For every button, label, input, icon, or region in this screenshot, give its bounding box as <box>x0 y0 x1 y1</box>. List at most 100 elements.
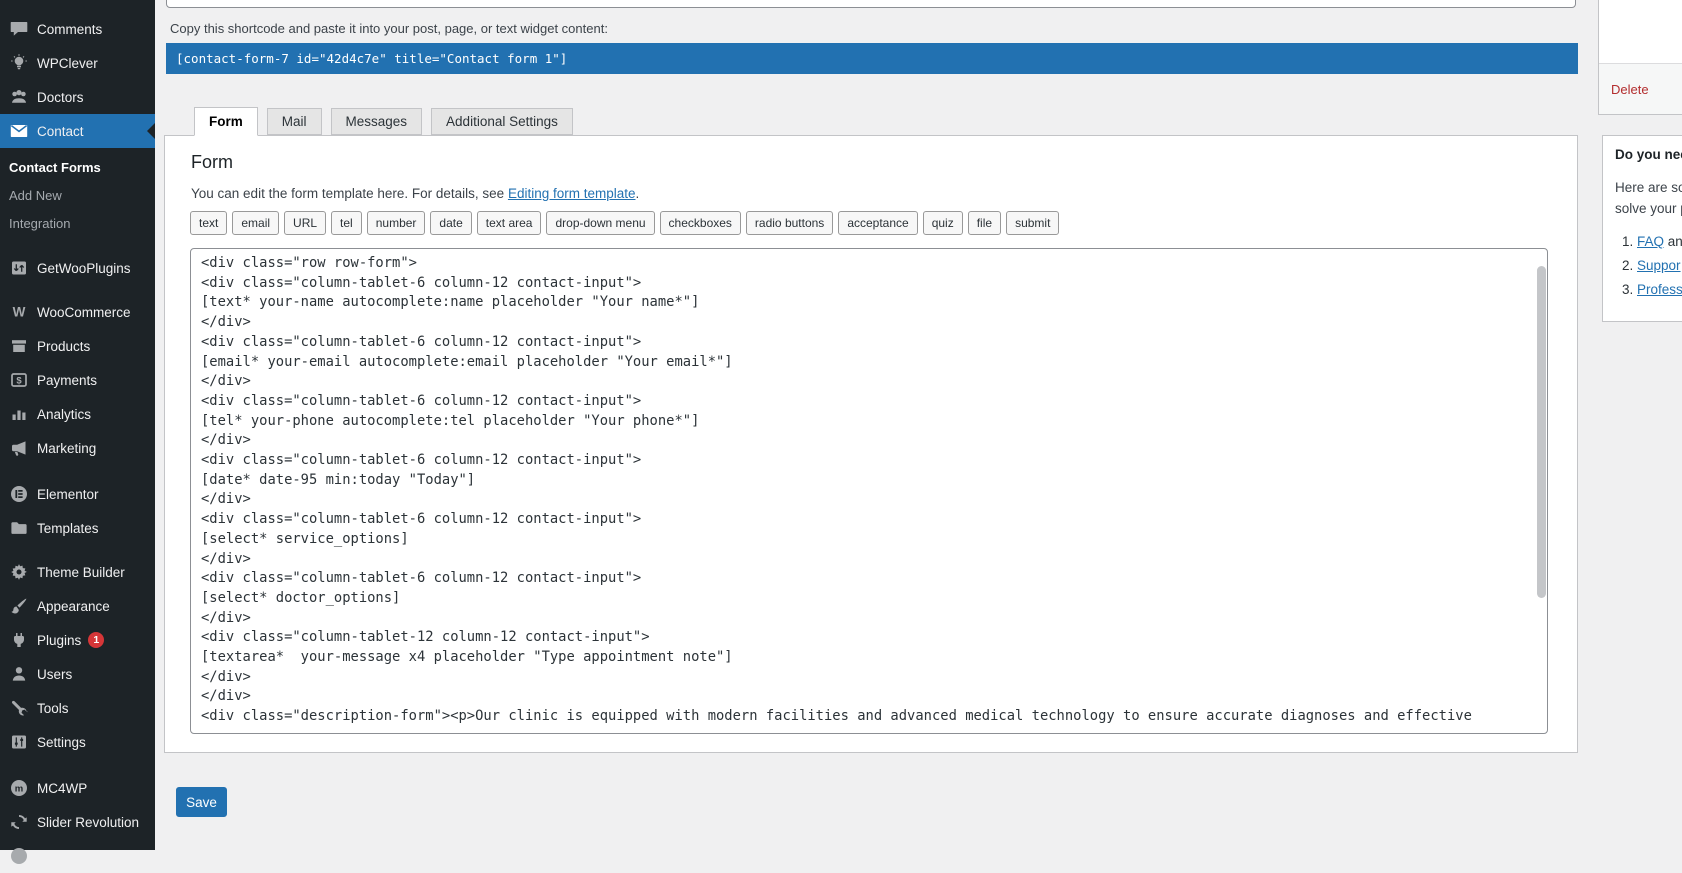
tab-mail[interactable]: Mail <box>267 108 322 135</box>
templates-icon <box>9 518 29 538</box>
panel-heading: Form <box>191 152 233 173</box>
admin-sidebar: Pages Comments WPCleverDoctors Contact Conta… <box>0 0 155 850</box>
sidebar-item-label: Payments <box>37 373 97 388</box>
help-paragraph-line: solve your p <box>1615 201 1682 216</box>
editor-tabs: Form Mail Messages Additional Settings <box>194 107 573 135</box>
sidebar-item-theme-builder[interactable]: Theme Builder <box>0 555 155 589</box>
tag-button-tel[interactable]: tel <box>331 211 362 235</box>
tag-button-email[interactable]: email <box>232 211 279 235</box>
sidebar-item-label: Appearance <box>37 599 110 614</box>
tag-button-url[interactable]: URL <box>284 211 326 235</box>
plugins-icon <box>9 630 29 650</box>
sidebar-item-label: Marketing <box>37 441 96 456</box>
status-metabox-footer: Delete <box>1599 63 1682 114</box>
sidebar-item-appearance[interactable]: Appearance <box>0 589 155 623</box>
tag-button-text-area[interactable]: text area <box>477 211 542 235</box>
update-count-badge: 1 <box>88 632 104 648</box>
pages-icon <box>9 0 29 1</box>
tag-button-checkboxes[interactable]: checkboxes <box>660 211 741 235</box>
marketing-icon <box>9 438 29 458</box>
tab-additional-settings[interactable]: Additional Settings <box>431 108 573 135</box>
tag-button-quiz[interactable]: quiz <box>923 211 963 235</box>
sidebar-item-settings[interactable]: Settings <box>0 725 155 759</box>
sidebar-item-plugins[interactable]: Plugins 1 <box>0 623 155 657</box>
sidebar-item-marketing[interactable]: Marketing <box>0 431 155 465</box>
tag-button-submit[interactable]: submit <box>1006 211 1059 235</box>
wordpress-admin-contact-form-editor: { "colors":{"accent":"#2271b1","sidebar_… <box>0 0 1682 850</box>
sidebar-item-label: WooCommerce <box>37 305 131 320</box>
sidebar-subitem-contact-forms[interactable]: Contact Forms <box>0 153 155 181</box>
sidebar-item-label: Analytics <box>37 407 91 422</box>
svg-text:$: $ <box>16 376 22 387</box>
sidebar-item-analytics[interactable]: Analytics <box>0 397 155 431</box>
contact-submenu: Contact FormsAdd NewIntegration <box>0 148 155 251</box>
svg-text:W: W <box>13 304 26 319</box>
shortcode-field[interactable]: [contact-form-7 id="42d4c7e" title="Cont… <box>166 43 1578 74</box>
contact-icon <box>9 121 29 141</box>
sidebar-subitem-integration[interactable]: Integration <box>0 209 155 237</box>
panel-description: You can edit the form template here. For… <box>191 186 639 201</box>
settings-icon <box>9 732 29 752</box>
tab-form[interactable]: Form <box>194 107 258 136</box>
help-title: Do you nee <box>1615 147 1682 162</box>
appearance-icon <box>9 596 29 616</box>
sidebar-item-label: Users <box>37 667 72 682</box>
tag-button-date[interactable]: date <box>430 211 471 235</box>
panel-description-text: You can edit the form template here. For… <box>191 186 508 201</box>
partial-circle-icon <box>9 846 29 866</box>
sidebar-subitem-add-new[interactable]: Add New <box>0 181 155 209</box>
mc4wp-icon: m <box>9 778 29 798</box>
tag-button-text[interactable]: text <box>190 211 227 235</box>
sidebar-item-label: Templates <box>37 521 99 536</box>
sidebar-item-pages[interactable]: Pages <box>0 0 155 8</box>
sidebar-item-label: Contact <box>37 124 84 139</box>
help-list-item: Suppor <box>1637 254 1682 278</box>
help-link-faq[interactable]: FAQ <box>1637 234 1664 249</box>
sidebar-item-tools[interactable]: Tools <box>0 691 155 725</box>
theme-builder-icon <box>9 562 29 582</box>
help-link-suppor[interactable]: Suppor <box>1637 258 1681 273</box>
sidebar-item-products[interactable]: Products <box>0 329 155 363</box>
sidebar-item-doctors[interactable]: Doctors <box>0 80 155 114</box>
sidebar-item-mc4wp[interactable]: mMC4WP <box>0 771 155 805</box>
sidebar-item-users[interactable]: Users <box>0 657 155 691</box>
tools-icon <box>9 698 29 718</box>
tag-button-drop-down-menu[interactable]: drop-down menu <box>546 211 654 235</box>
editing-form-template-link[interactable]: Editing form template <box>508 186 636 201</box>
sidebar-item-getwooplugins[interactable]: GetWooPlugins <box>0 251 155 285</box>
sidebar-item-templates[interactable]: Templates <box>0 511 155 545</box>
tab-messages[interactable]: Messages <box>331 108 423 135</box>
help-list-item: Profess <box>1637 278 1682 302</box>
form-title-input[interactable] <box>166 0 1576 8</box>
form-template-editor[interactable]: <div class="row row-form"> <div class="c… <box>190 248 1548 734</box>
editor-scrollbar-thumb[interactable] <box>1537 266 1546 598</box>
tag-button-number[interactable]: number <box>367 211 426 235</box>
tag-button-radio-buttons[interactable]: radio buttons <box>746 211 833 235</box>
sidebar-item-label: Plugins <box>37 633 81 648</box>
help-metabox: Do you nee Here are sosolve your p FAQ a… <box>1602 135 1682 322</box>
sidebar-item-wpclever[interactable]: WPClever <box>0 46 155 80</box>
sidebar-item-partial-circle[interactable] <box>0 839 155 873</box>
doctors-icon <box>9 87 29 107</box>
save-button[interactable]: Save <box>176 787 227 817</box>
sidebar-item-slider-revolution[interactable]: Slider Revolution <box>0 805 155 839</box>
sidebar-item-elementor[interactable]: Elementor <box>0 477 155 511</box>
svg-text:m: m <box>15 783 23 794</box>
sidebar-item-comments[interactable]: Comments <box>0 12 155 46</box>
sidebar-item-contact[interactable]: Contact <box>0 114 155 148</box>
analytics-icon <box>9 404 29 424</box>
sidebar-item-woocommerce[interactable]: W WooCommerce <box>0 295 155 329</box>
help-link-list: FAQ anSupporProfess <box>1615 230 1682 302</box>
tag-button-acceptance[interactable]: acceptance <box>838 211 917 235</box>
sidebar-item-label: Tools <box>37 701 69 716</box>
delete-link[interactable]: Delete <box>1611 82 1649 97</box>
shortcode-instruction: Copy this shortcode and paste it into yo… <box>170 21 608 36</box>
sidebar-item-label: Theme Builder <box>37 565 125 580</box>
sidebar-item-payments[interactable]: $ Payments <box>0 363 155 397</box>
help-link-profess[interactable]: Profess <box>1637 282 1682 297</box>
shortcode-value: [contact-form-7 id="42d4c7e" title="Cont… <box>176 51 567 66</box>
sidebar-item-label: Slider Revolution <box>37 815 139 830</box>
sidebar-item-label: Comments <box>37 22 102 37</box>
tag-button-file[interactable]: file <box>968 211 1001 235</box>
sidebar-item-label: Elementor <box>37 487 99 502</box>
